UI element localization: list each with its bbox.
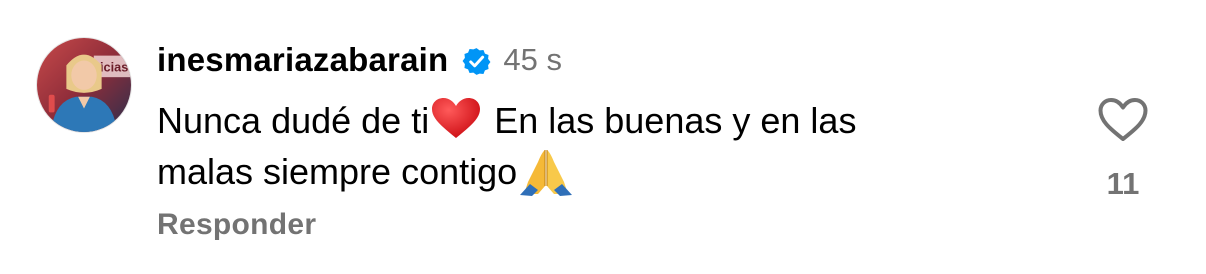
username[interactable]: inesmariazabarain — [157, 41, 448, 79]
red-heart-emoji-icon — [432, 98, 481, 138]
heart-outline-icon — [1098, 98, 1148, 141]
timestamp: 45 s — [503, 42, 562, 77]
verified-badge-icon — [462, 47, 491, 75]
comment-text: Nunca dudé de ti En las buenas y en las … — [157, 96, 1057, 197]
like-count: 11 — [1106, 166, 1140, 201]
folded-hands-emoji-icon — [520, 150, 573, 196]
like-button[interactable] — [1097, 97, 1149, 143]
comment-header: inesmariazabarain 45 s — [157, 38, 562, 82]
reply-button[interactable]: Responder — [157, 208, 316, 242]
avatar[interactable]: ticias — [36, 37, 132, 133]
avatar-image: ticias — [37, 38, 131, 132]
comment-text-part1: Nunca dudé de ti — [157, 100, 430, 141]
comment: ticias inesmariazabarain 45 s Nunca dudé… — [0, 0, 1206, 274]
comment-text-part2: En las buenas y en las — [484, 100, 857, 141]
comment-text-line2: malas siempre contigo — [157, 151, 518, 192]
